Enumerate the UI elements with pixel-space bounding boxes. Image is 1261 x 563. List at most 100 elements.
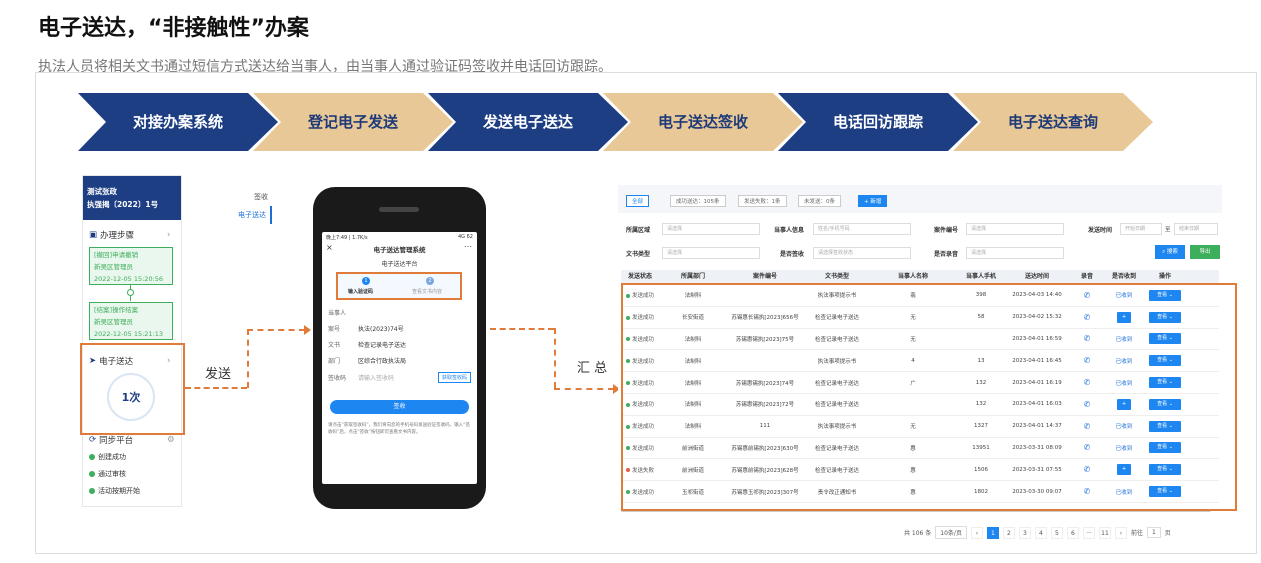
column-header: 送达时间 bbox=[1024, 273, 1049, 280]
search-button-label: 搜索 bbox=[1166, 249, 1178, 255]
sign-code-row: 签收码 请输入签收码 获取签收码 bbox=[328, 372, 471, 383]
pager-page[interactable]: 11 bbox=[1098, 526, 1111, 539]
connector-sum-3 bbox=[554, 388, 614, 390]
sign-tip: 请点击“获取签收码”，我们将向您的手机号码发送验证签收码，输入“签收码”后，点击… bbox=[328, 423, 470, 435]
filter-area-select[interactable]: 请选择 bbox=[662, 223, 760, 235]
step-box-2-line1: [结案]操作结案 bbox=[94, 306, 139, 314]
pager-size[interactable]: 10条/页 bbox=[935, 526, 967, 539]
section-sync[interactable]: ⟳ 同步平台 ⚙ bbox=[89, 434, 175, 446]
add-button[interactable]: + 新增 bbox=[858, 195, 888, 207]
case-header: 测试张政 执强揭〔2022〕1号 bbox=[83, 176, 181, 220]
filter-pills: 全部 成功送达：105条 发送失败：1条 未发送：0条 + 新增 bbox=[618, 185, 1222, 213]
field-caseno-label: 案号 bbox=[328, 326, 341, 333]
check-icon bbox=[89, 488, 95, 494]
phone-mockup: 晚上7:49 | 1.7K/s 4G 62 × 电子送达管理系统 ⋯ 电子送达平… bbox=[313, 187, 486, 509]
step-box-1-line3: 2022-12-05 15:20:56 bbox=[94, 275, 164, 283]
process-step-1: 对接办案系统 bbox=[78, 93, 278, 151]
connector-send-1 bbox=[185, 387, 247, 389]
filter-time-end[interactable]: 结束日期 bbox=[1174, 223, 1218, 235]
sync-note-1: 创建成功 bbox=[89, 452, 126, 462]
section-sync-label: 同步平台 bbox=[99, 436, 134, 446]
process-step-label: 电子送达签收 bbox=[658, 112, 749, 131]
process-step-label: 电子送达查询 bbox=[1008, 112, 1099, 131]
section-steps-label: 办理步骤 bbox=[100, 231, 135, 241]
pager-goto-input[interactable]: 1 bbox=[1146, 527, 1161, 538]
pager-goto: 前往 bbox=[1130, 530, 1143, 537]
step-box-2: [结案]操作结案 新吴区管理员 2022-12-05 15:21:13 bbox=[89, 302, 173, 340]
pager-page[interactable]: 1 bbox=[986, 526, 999, 539]
pill-success[interactable]: 成功送达：105条 bbox=[670, 195, 726, 207]
filter-person-label: 当事人信息 bbox=[774, 227, 805, 234]
get-code-button[interactable]: 获取签收码 bbox=[437, 372, 471, 383]
pagination: 共 106 条 10条/页 ‹ 1 2 3 4 5 6 ··· 11 › 前往 1 页 bbox=[904, 526, 1171, 539]
step-node bbox=[127, 289, 134, 296]
connector-send-2 bbox=[247, 329, 249, 388]
page-title: 电子送达，“非接触性”办案 bbox=[38, 16, 309, 41]
process-step-label: 对接办案系统 bbox=[133, 112, 224, 131]
status-bar-text: 晚上7:49 | 1.7K/s bbox=[326, 235, 368, 241]
gear-icon: ⚙ bbox=[167, 435, 175, 445]
pill-fail[interactable]: 发送失败：1条 bbox=[738, 195, 787, 207]
export-button[interactable]: 导出 bbox=[1190, 245, 1220, 259]
sync-note-1-text: 创建成功 bbox=[98, 453, 126, 461]
status-signal: 4G 62 bbox=[457, 234, 473, 240]
column-header: 当事人手机 bbox=[965, 273, 996, 280]
filter-time-to: 至 bbox=[1165, 227, 1171, 233]
column-header: 案件编号 bbox=[752, 273, 777, 280]
pager-prev[interactable]: ‹ bbox=[970, 526, 983, 539]
clipboard-icon: ▣ bbox=[89, 230, 98, 240]
summary-label: 汇 总 bbox=[577, 361, 608, 376]
filter-signed-select[interactable]: 请选择签收状态 bbox=[813, 247, 911, 259]
column-header: 录音 bbox=[1080, 273, 1093, 280]
pager-next[interactable]: › bbox=[1114, 526, 1127, 539]
search-icon: ⌕ bbox=[1162, 249, 1166, 255]
filter-doctype-label: 文书类型 bbox=[626, 251, 651, 258]
process-step-label: 登记电子发送 bbox=[308, 112, 399, 131]
step-2-label: 查看文书内容 bbox=[412, 289, 443, 295]
filter-person-input[interactable]: 姓名/手机号码 bbox=[813, 223, 911, 235]
filter-case-label: 案件编号 bbox=[934, 227, 959, 234]
send-label: 发送 bbox=[205, 367, 232, 382]
sync-note-3: 活动按期开始 bbox=[89, 486, 140, 496]
pager-page[interactable]: 5 bbox=[1050, 526, 1063, 539]
side-tabs: 签收 电子送达 bbox=[232, 188, 272, 224]
signing-steps: 1 2 输入验证码 查看文书内容 bbox=[336, 272, 462, 300]
pager-page[interactable]: 2 bbox=[1002, 526, 1015, 539]
step-box-2-line2: 新吴区管理员 bbox=[94, 318, 133, 326]
field-doc-label: 文书 bbox=[328, 342, 341, 349]
filter-signed-label: 是否签收 bbox=[780, 251, 805, 258]
more-icon[interactable]: ⋯ bbox=[464, 242, 472, 251]
case-header-line1: 测试张政 bbox=[87, 187, 117, 196]
pager-page[interactable]: ··· bbox=[1082, 526, 1095, 539]
pager-page[interactable]: 3 bbox=[1018, 526, 1031, 539]
pager-page[interactable]: 4 bbox=[1034, 526, 1047, 539]
pager-page[interactable]: 6 bbox=[1066, 526, 1079, 539]
case-header-line2: 执强揭〔2022〕1号 bbox=[87, 200, 159, 209]
check-icon bbox=[89, 471, 95, 477]
sync-icon: ⟳ bbox=[89, 435, 97, 445]
sign-code-input[interactable]: 请输入签收码 bbox=[358, 373, 430, 382]
filter-case-input[interactable]: 请选择 bbox=[966, 223, 1064, 235]
step-box-1-line2: 新吴区管理员 bbox=[94, 263, 133, 271]
filter-record-select[interactable]: 请选择 bbox=[966, 247, 1064, 259]
filter-time-start[interactable]: 开始日期 bbox=[1120, 223, 1162, 235]
pill-all[interactable]: 全部 bbox=[626, 195, 650, 207]
tab-sign[interactable]: 签收 bbox=[232, 188, 272, 206]
case-side-panel: 测试张政 执强揭〔2022〕1号 ▣ 办理步骤 › [撤回]申请撤销 新吴区管理员 … bbox=[82, 175, 182, 507]
phone-screen: 晚上7:49 | 1.7K/s 4G 62 × 电子送达管理系统 ⋯ 电子送达平… bbox=[322, 232, 477, 484]
column-header: 操作 bbox=[1158, 273, 1171, 280]
pill-unsent[interactable]: 未发送：0条 bbox=[798, 195, 841, 207]
column-header: 文书类型 bbox=[824, 273, 849, 280]
tab-esend[interactable]: 电子送达 bbox=[232, 206, 272, 224]
filter-doctype-select[interactable]: 请选择 bbox=[662, 247, 760, 259]
field-dept-label: 部门 bbox=[328, 358, 341, 365]
process-step-label: 发送电子送达 bbox=[483, 112, 574, 131]
section-steps[interactable]: ▣ 办理步骤 › bbox=[89, 229, 170, 241]
sign-button[interactable]: 签收 bbox=[330, 400, 469, 414]
field-caseno-value: 执法(2023)74号 bbox=[358, 326, 404, 333]
search-button[interactable]: ⌕ 搜索 bbox=[1155, 245, 1185, 259]
step-2-dot: 2 bbox=[426, 277, 434, 285]
sign-code-label: 签收码 bbox=[328, 375, 347, 382]
process-step-5: 电话回访跟踪 bbox=[778, 93, 978, 151]
step-box-1: [撤回]申请撤销 新吴区管理员 2022-12-05 15:20:56 bbox=[89, 247, 173, 285]
